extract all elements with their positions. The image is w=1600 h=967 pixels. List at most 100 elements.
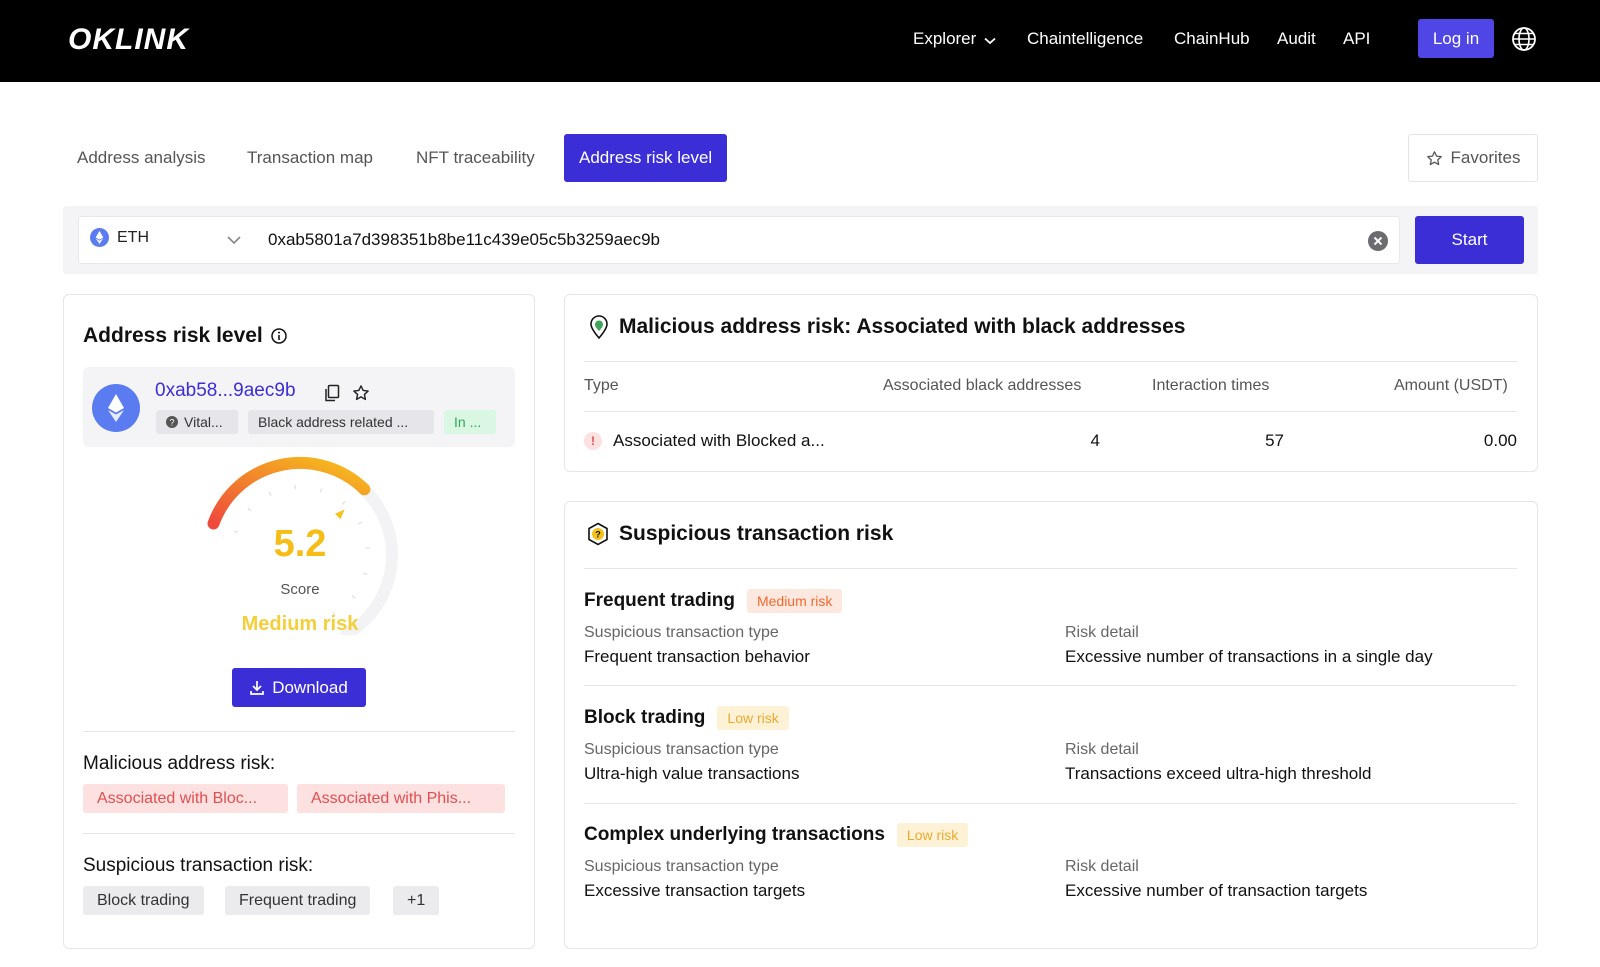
svg-text:?: ? xyxy=(169,418,174,428)
risk-badge-low: Low risk xyxy=(896,823,969,847)
favorites-button[interactable]: Favorites xyxy=(1408,134,1538,182)
table-cell-type: Associated with Blocked a... xyxy=(613,431,825,450)
risk-item-block-trading: Block trading Low risk xyxy=(584,706,789,730)
svg-text:?: ? xyxy=(595,530,601,540)
oklink-logo[interactable]: OKLINK xyxy=(68,22,200,56)
suspicious-tag-more[interactable]: +1 xyxy=(393,886,440,915)
risk-detail-value: Excessive number of transaction targets xyxy=(1065,881,1368,900)
risk-level-title-text: Address risk level xyxy=(83,324,263,347)
nav-audit[interactable]: Audit xyxy=(1277,27,1316,51)
malicious-tag-blocked[interactable]: Associated with Bloc... xyxy=(83,784,288,813)
divider xyxy=(584,803,1517,804)
risk-detail-value: Transactions exceed ultra-high threshold xyxy=(1065,764,1372,783)
nav-explorer-label: Explorer xyxy=(913,29,977,48)
info-icon[interactable] xyxy=(271,328,287,344)
gauge-tick xyxy=(268,491,272,497)
risk-detail-value: Excessive number of transactions in a si… xyxy=(1065,647,1433,666)
chevron-down-icon[interactable] xyxy=(227,231,241,249)
ethereum-avatar xyxy=(92,384,140,432)
address-summary-box xyxy=(83,367,515,447)
address-tag-vital: ? Vital... xyxy=(156,410,238,434)
malicious-risk-heading: Malicious address risk: xyxy=(83,753,276,774)
risk-detail-key: Risk detail xyxy=(1065,624,1139,641)
start-button[interactable]: Start xyxy=(1415,216,1524,264)
gauge-tick xyxy=(319,488,323,493)
risk-item-complex-underlying: Complex underlying transactions Low risk xyxy=(584,823,969,847)
shield-question-icon: ? xyxy=(588,522,608,546)
location-pin-icon xyxy=(590,315,608,339)
gauge-tick xyxy=(363,572,368,575)
login-button[interactable]: Log in xyxy=(1418,19,1494,58)
malicious-card-title-text: Malicious address risk: Associated with … xyxy=(619,315,1186,338)
suspicious-card-title-text: Suspicious transaction risk xyxy=(619,522,894,545)
address-search-input[interactable] xyxy=(268,224,1358,256)
divider xyxy=(584,568,1517,569)
risk-detail-key: Risk detail xyxy=(1065,858,1139,875)
column-header-type: Type xyxy=(584,377,619,394)
suspicious-type-value: Ultra-high value transactions xyxy=(584,764,800,783)
divider xyxy=(584,361,1517,362)
address-tag-black-related: Black address related ... xyxy=(248,410,434,434)
favorites-label: Favorites xyxy=(1450,148,1521,167)
tab-nft-traceability[interactable]: NFT traceability xyxy=(416,134,535,182)
suspicious-card-title: ? Suspicious transaction risk xyxy=(587,522,893,546)
nav-api[interactable]: API xyxy=(1343,27,1370,51)
suspicious-type-key: Suspicious transaction type xyxy=(584,741,779,758)
star-icon xyxy=(1426,150,1442,165)
risk-level-title: Address risk level xyxy=(83,324,287,348)
clear-icon[interactable] xyxy=(1368,231,1388,251)
risk-item-frequent-trading: Frequent trading Medium risk xyxy=(584,589,843,613)
gauge-pointer xyxy=(335,509,345,520)
risk-score-label: Score xyxy=(280,581,320,598)
globe-icon[interactable] xyxy=(1511,26,1537,52)
nav-chainhub[interactable]: ChainHub xyxy=(1174,27,1250,51)
suspicious-type-value: Frequent transaction behavior xyxy=(584,647,810,666)
warning-icon: ! xyxy=(584,432,602,450)
risk-item-title: Complex underlying transactions xyxy=(584,824,885,845)
table-cell-black-addresses: 4 xyxy=(1090,431,1100,450)
risk-item-title: Frequent trading xyxy=(584,590,735,611)
short-address-link[interactable]: 0xab58...9aec9b xyxy=(155,380,296,402)
suspicious-tag-frequent-trading[interactable]: Frequent trading xyxy=(225,886,371,915)
question-icon: ? xyxy=(166,416,178,428)
tab-address-analysis[interactable]: Address analysis xyxy=(77,134,206,182)
download-button-label: Download xyxy=(272,677,348,697)
chevron-down-icon xyxy=(984,28,996,52)
address-tag-vital-label: Vital... xyxy=(184,414,223,430)
malicious-card-title: Malicious address risk: Associated with … xyxy=(589,315,1185,339)
suspicious-type-key: Suspicious transaction type xyxy=(584,624,779,641)
risk-detail-key: Risk detail xyxy=(1065,741,1139,758)
risk-score-value: 5.2 xyxy=(273,523,327,565)
risk-badge-medium: Medium risk xyxy=(746,589,843,613)
risk-item-title: Block trading xyxy=(584,707,706,728)
tab-address-risk-level[interactable]: Address risk level xyxy=(564,134,728,182)
copy-icon[interactable] xyxy=(324,384,340,402)
divider xyxy=(584,685,1517,686)
malicious-tag-phishing[interactable]: Associated with Phis... xyxy=(297,784,505,813)
table-cell-interaction-times: 57 xyxy=(1265,431,1284,450)
gauge-tick xyxy=(247,507,252,512)
chain-selector[interactable]: ETH xyxy=(90,228,149,247)
divider xyxy=(83,731,515,732)
divider xyxy=(83,833,515,834)
suspicious-risk-heading: Suspicious transaction risk: xyxy=(83,855,314,876)
gauge-tick xyxy=(233,530,239,534)
risk-level-label: Medium risk xyxy=(241,613,359,635)
download-button[interactable]: Download xyxy=(232,668,366,707)
nav-chaintelligence[interactable]: Chaintelligence xyxy=(1027,27,1143,51)
gauge-tick xyxy=(341,500,346,505)
suspicious-tag-block-trading[interactable]: Block trading xyxy=(83,886,204,915)
nav-explorer[interactable]: Explorer xyxy=(913,27,996,52)
top-navigation-bar: OKLINK Explorer Chaintelligence ChainHub… xyxy=(0,0,1600,82)
svg-text:OKLINK: OKLINK xyxy=(68,23,190,56)
suspicious-type-key: Suspicious transaction type xyxy=(584,858,779,875)
download-icon xyxy=(250,681,265,695)
chain-selector-label: ETH xyxy=(117,228,149,246)
divider xyxy=(584,411,1517,412)
column-header-interaction-times: Interaction times xyxy=(1152,377,1270,394)
suspicious-type-value: Excessive transaction targets xyxy=(584,881,806,900)
column-header-amount: Amount (USDT) xyxy=(1394,377,1508,394)
risk-badge-low: Low risk xyxy=(717,706,789,730)
tab-transaction-map[interactable]: Transaction map xyxy=(247,134,373,182)
star-icon[interactable] xyxy=(352,384,370,402)
